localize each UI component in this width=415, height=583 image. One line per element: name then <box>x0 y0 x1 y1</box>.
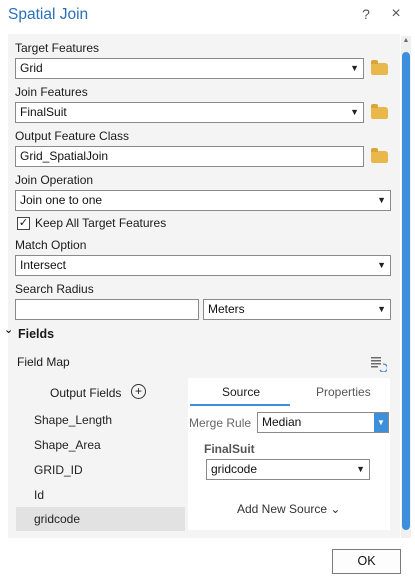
tab-source[interactable]: Source <box>222 385 260 399</box>
match-option-label: Match Option <box>15 238 87 252</box>
output-fields-label: Output Fields <box>50 386 122 400</box>
join-features-dropdown[interactable]: FinalSuit ▼ <box>15 102 364 123</box>
add-field-button[interactable]: + <box>131 384 146 399</box>
chevron-down-icon: ▼ <box>377 304 386 314</box>
fields-collapse-icon[interactable]: ⌄ <box>4 323 13 336</box>
join-operation-value: Join one to one <box>20 193 103 207</box>
search-radius-input[interactable] <box>15 299 199 320</box>
list-item[interactable]: Shape_Area <box>34 438 101 452</box>
dialog-title: Spatial Join <box>8 6 89 23</box>
fields-section-header[interactable]: Fields <box>18 327 54 341</box>
join-operation-label: Join Operation <box>15 173 94 187</box>
merge-rule-value: Median <box>262 415 302 429</box>
merge-rule-label: Merge Rule <box>189 416 252 430</box>
keep-all-label: Keep All Target Features <box>35 216 167 230</box>
chevron-down-icon: ▼ <box>377 260 386 270</box>
close-button[interactable]: × <box>388 5 404 23</box>
list-item[interactable]: Shape_Length <box>34 413 112 427</box>
join-features-value: FinalSuit <box>20 105 67 119</box>
chevron-down-icon: ▼ <box>356 464 365 474</box>
source-field-dropdown[interactable]: gridcode ▼ <box>206 459 370 480</box>
keep-all-checkbox[interactable]: ✓ <box>17 217 30 230</box>
ok-button[interactable]: OK <box>332 549 401 574</box>
chevron-down-icon: ▼ <box>374 413 388 432</box>
merge-rule-dropdown[interactable]: Median ▼ <box>257 412 389 433</box>
tab-properties[interactable]: Properties <box>316 385 371 399</box>
list-item[interactable]: Id <box>34 488 44 502</box>
join-features-label: Join Features <box>15 85 88 99</box>
match-option-dropdown[interactable]: Intersect ▼ <box>15 255 391 276</box>
field-map-label: Field Map <box>17 355 70 369</box>
list-item[interactable]: GRID_ID <box>34 463 83 477</box>
folder-icon[interactable] <box>371 60 388 75</box>
source-field-value: gridcode <box>211 462 258 476</box>
help-button[interactable]: ? <box>358 6 374 22</box>
output-feature-class-label: Output Feature Class <box>15 129 130 143</box>
search-radius-units-value: Meters <box>208 302 245 316</box>
join-operation-dropdown[interactable]: Join one to one ▼ <box>15 190 391 211</box>
scroll-up-icon[interactable]: ▲ <box>401 36 411 46</box>
target-features-label: Target Features <box>15 41 100 55</box>
scrollbar-thumb[interactable] <box>402 52 410 530</box>
chevron-down-icon: ⌄ <box>330 502 341 516</box>
chevron-down-icon: ▼ <box>350 107 359 117</box>
target-features-dropdown[interactable]: Grid ▼ <box>15 58 364 79</box>
target-features-value: Grid <box>20 61 43 75</box>
chevron-down-icon: ▼ <box>350 63 359 73</box>
match-option-value: Intersect <box>20 258 67 272</box>
list-item[interactable]: gridcode <box>34 512 80 526</box>
search-radius-units-dropdown[interactable]: Meters ▼ <box>203 299 391 320</box>
list-icon[interactable] <box>371 356 387 372</box>
folder-icon[interactable] <box>371 148 388 163</box>
output-feature-class-input[interactable]: Grid_SpatialJoin <box>15 146 364 167</box>
add-new-source-label: Add New Source <box>237 502 328 516</box>
folder-icon[interactable] <box>371 104 388 119</box>
add-new-source-button[interactable]: Add New Source ⌄ <box>237 502 340 516</box>
source-name-label: FinalSuit <box>204 442 255 456</box>
active-tab-indicator <box>190 404 290 406</box>
search-radius-label: Search Radius <box>15 282 94 296</box>
chevron-down-icon: ▼ <box>377 195 386 205</box>
